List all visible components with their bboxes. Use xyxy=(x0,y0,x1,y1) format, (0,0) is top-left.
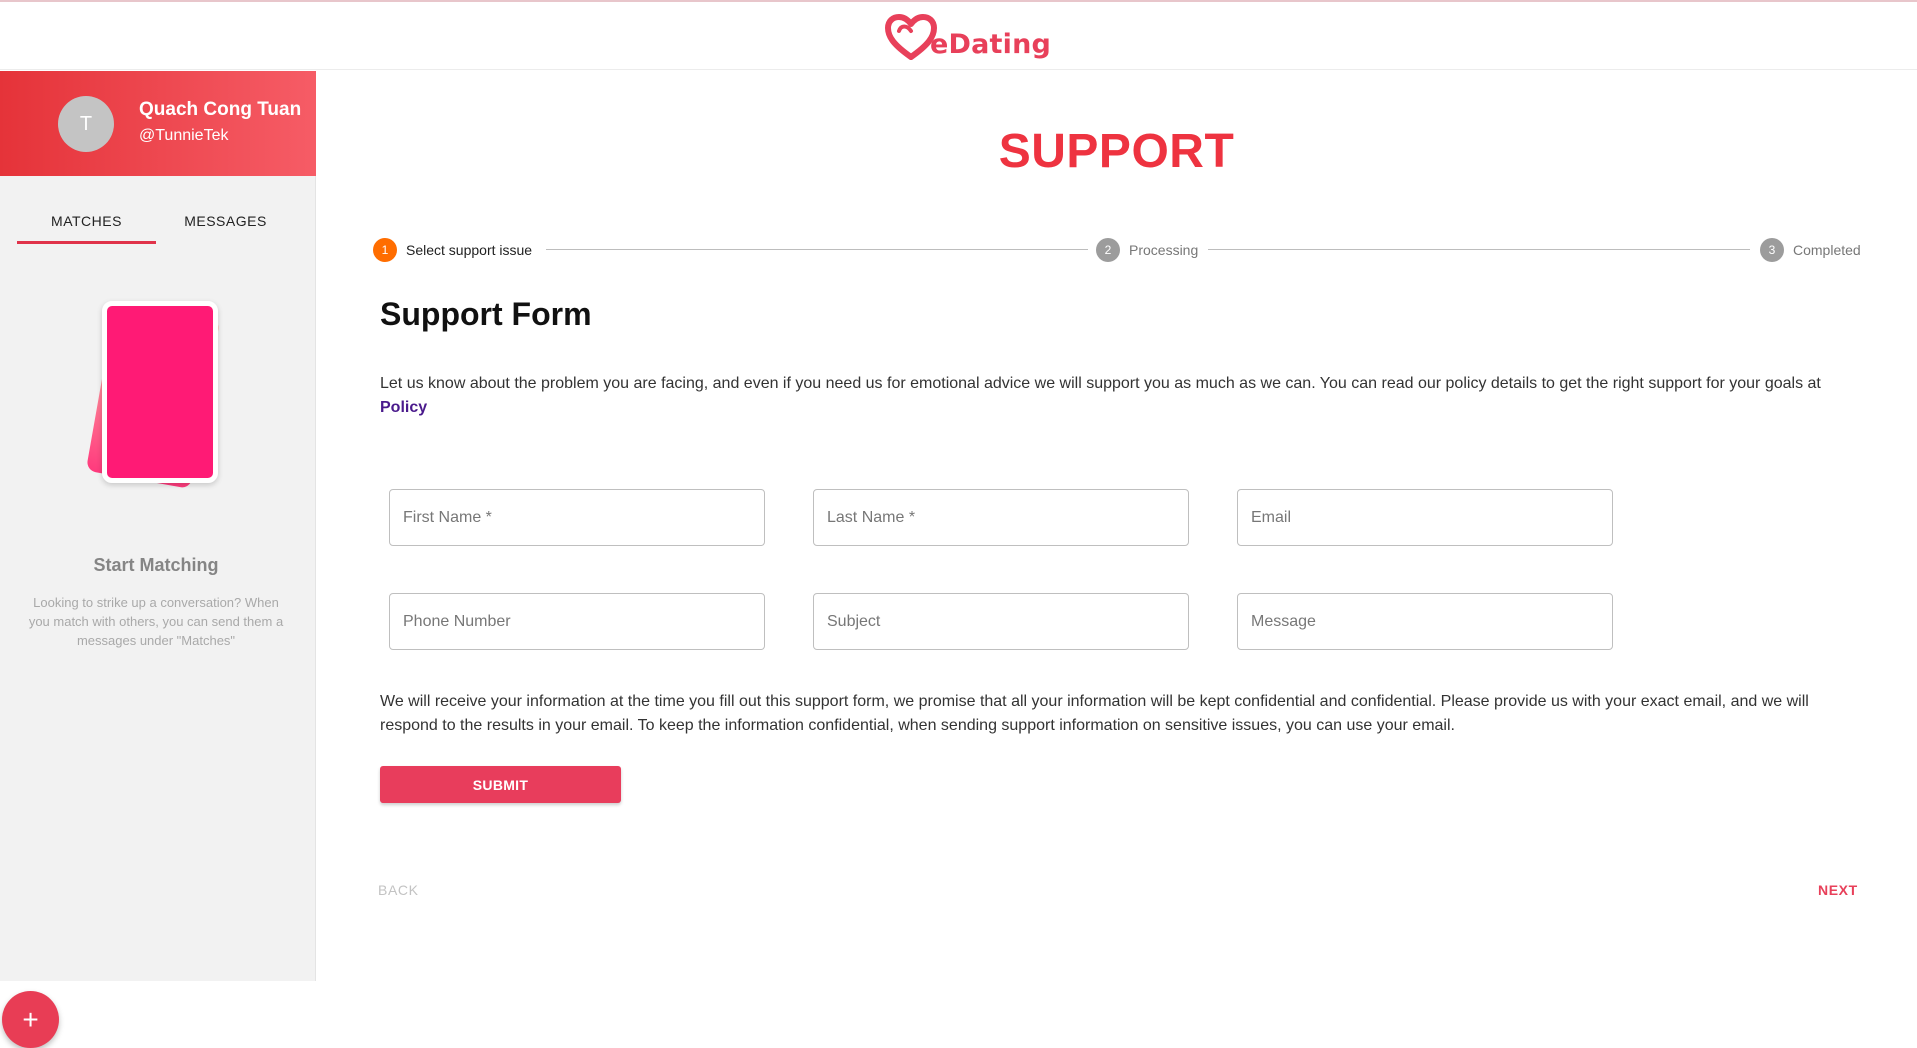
step-2[interactable]: 2 Processing xyxy=(1096,237,1198,263)
step-number: 3 xyxy=(1760,238,1784,262)
step-label: Processing xyxy=(1129,242,1199,258)
top-header: eDating xyxy=(0,0,1917,70)
next-button[interactable]: NEXT xyxy=(1818,882,1858,898)
intro-text: Let us know about the problem you are fa… xyxy=(380,372,1860,420)
phone-number-field[interactable]: Phone Number xyxy=(389,593,765,650)
edating-logo[interactable]: eDating xyxy=(884,12,1051,64)
message-field[interactable]: Message xyxy=(1237,593,1613,650)
confidentiality-notice: We will receive your information at the … xyxy=(380,693,1809,734)
sidebar-tabs: MATCHES MESSAGES xyxy=(17,203,299,244)
last-name-field[interactable]: Last Name * xyxy=(813,489,1189,546)
step-label: Select support issue xyxy=(406,242,533,258)
tab-messages[interactable]: MESSAGES xyxy=(156,203,295,244)
stepper: 1 Select support issue 2 Processing 3 Co… xyxy=(373,237,1863,263)
page-title: SUPPORT xyxy=(998,125,1235,178)
intro-paragraph: Let us know about the problem you are fa… xyxy=(380,375,1821,392)
step-3[interactable]: 3 Completed xyxy=(1760,237,1861,263)
form-title: Support Form xyxy=(380,296,592,332)
profile-name: Quach Cong Tuan xyxy=(139,99,302,120)
step-label: Completed xyxy=(1793,242,1861,258)
step-connector-2 xyxy=(1208,249,1750,250)
empty-state-title: Start Matching xyxy=(93,555,219,575)
first-name-field[interactable]: First Name * xyxy=(389,489,765,546)
card-front xyxy=(102,301,218,483)
add-button[interactable]: + xyxy=(2,991,59,1048)
policy-link[interactable]: Policy xyxy=(380,399,427,416)
back-button[interactable]: BACK xyxy=(378,882,419,898)
submit-button[interactable]: SUBMIT xyxy=(380,766,621,803)
sidebar: T Quach Cong Tuan @TunnieTek MATCHES MES… xyxy=(0,71,316,1048)
profile-handle: @TunnieTek xyxy=(139,127,229,144)
step-connector-1 xyxy=(546,249,1088,250)
step-1[interactable]: 1 Select support issue xyxy=(373,237,532,263)
step-number: 1 xyxy=(373,238,397,262)
email-field[interactable]: Email xyxy=(1237,489,1613,546)
subject-field[interactable]: Subject xyxy=(813,593,1189,650)
step-number: 2 xyxy=(1096,238,1120,262)
tab-matches[interactable]: MATCHES xyxy=(17,203,156,244)
avatar[interactable]: T xyxy=(58,96,114,152)
logo-text: eDating xyxy=(930,28,1052,60)
matching-cards-illustration xyxy=(80,301,240,503)
empty-state-description: Looking to strike up a conversation? Whe… xyxy=(28,595,284,648)
profile-header[interactable]: T Quach Cong Tuan @TunnieTek xyxy=(0,71,316,176)
